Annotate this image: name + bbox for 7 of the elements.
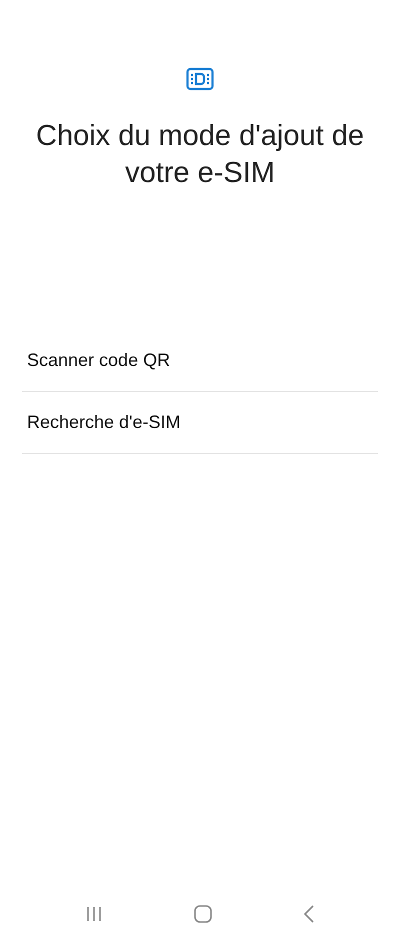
back-icon[interactable] <box>302 905 315 923</box>
menu-item[interactable]: Scanner code QR <box>22 330 378 392</box>
menu-item[interactable]: Recherche d'e-SIM <box>22 392 378 454</box>
recent-apps-icon[interactable] <box>85 906 104 922</box>
sim-card-icon <box>186 67 214 91</box>
page-title: Choix du mode d'ajout de votre e-SIM <box>35 119 365 191</box>
home-icon[interactable] <box>194 905 212 923</box>
